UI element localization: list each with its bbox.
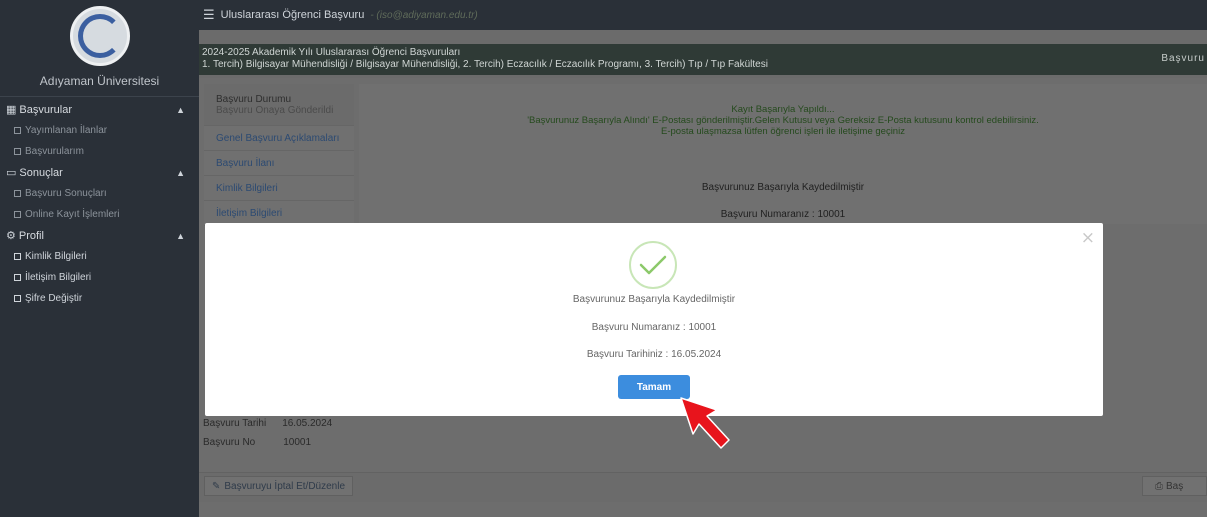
sidebar-item-label: Başvurularım: [25, 146, 84, 157]
menu-group-profil[interactable]: ⚙ Profil ▲: [0, 225, 199, 246]
square-icon: [14, 211, 21, 218]
success-line-1: Kayıt Başarıyla Yapıldı...: [731, 104, 835, 115]
application-header: 2024-2025 Akademik Yılı Uluslararası Öğr…: [199, 44, 1207, 75]
status-panel: Kayıt Başarıyla Yapıldı... 'Başvurunuz B…: [359, 84, 1207, 224]
chevron-up-icon[interactable]: ▲: [176, 231, 185, 241]
application-info: Başvuru Tarihi 16.05.2024 Başvuru No 10001: [203, 418, 332, 456]
logo-area: Adıyaman Üniversitesi: [0, 0, 199, 96]
sidebar-item-iletisim-bilgileri[interactable]: İletişim Bilgileri: [0, 267, 199, 288]
number-value: 10001: [283, 437, 312, 448]
academic-year-title: 2024-2025 Akademik Yılı Uluslararası Öğr…: [202, 47, 461, 58]
print-label: Baş: [1166, 480, 1184, 492]
sidebar: Adıyaman Üniversitesi ▦ Başvurular ▲ Yayı…: [0, 0, 199, 517]
sidebar-item-label: Kimlik Bilgileri: [25, 251, 87, 262]
grid-icon: ▦: [6, 104, 17, 116]
square-icon: [14, 274, 21, 281]
cogs-icon: ⚙: [6, 230, 16, 242]
status-subtitle: Başvuru Onaya Gönderildi: [216, 104, 334, 116]
date-value: 16.05.2024: [282, 418, 333, 429]
success-modal: × Başvurunuz Başarıyla Kaydedilmiştir Ba…: [205, 223, 1103, 416]
edit-icon: ✎: [212, 480, 221, 492]
chevron-up-icon[interactable]: ▲: [176, 168, 185, 178]
sidebar-item-label: Şifre Değiştir: [25, 293, 83, 304]
success-message: Kayıt Başarıyla Yapıldı... 'Başvurunuz B…: [359, 104, 1207, 137]
modal-message: Başvurunuz Başarıyla Kaydedilmiştir: [572, 294, 736, 305]
tab-basvuru-ilani[interactable]: Başvuru İlanı: [204, 151, 354, 176]
preferences-line: 1. Tercih) Bilgisayar Mühendisliği / Bil…: [202, 59, 768, 70]
contact-email: - (iso@adiyaman.edu.tr): [370, 9, 478, 21]
close-icon[interactable]: ×: [1081, 228, 1095, 248]
red-arrow-pointer-icon: [680, 397, 730, 449]
logo-emblem: [77, 14, 122, 58]
sidebar-item-sifre-degistir[interactable]: Şifre Değiştir: [0, 288, 199, 309]
application-number: Başvuru Numaranız : 10001: [720, 209, 846, 220]
sidebar-item-label: Online Kayıt İşlemleri: [25, 209, 120, 220]
sidebar-item-kimlik-bilgileri[interactable]: Kimlik Bilgileri: [0, 246, 199, 267]
square-icon: [14, 295, 21, 302]
menu-group-sonuclar[interactable]: ▭ Sonuçlar ▲: [0, 162, 199, 183]
cancel-edit-label: Başvuruyu İptal Et/Düzenle: [224, 480, 346, 492]
top-bar: ☰ Uluslararası Öğrenci Başvuru - (iso@ad…: [199, 0, 1207, 30]
university-logo: [69, 6, 130, 66]
status-title: Başvuru Durumu: [216, 93, 292, 105]
sidebar-item-label: Başvuru Sonuçları: [25, 188, 107, 199]
sidebar-item-yayimlanan-ilanlar[interactable]: Yayımlanan İlanlar: [0, 120, 199, 141]
printer-icon: ⎙: [1155, 480, 1163, 492]
chevron-up-icon[interactable]: ▲: [176, 105, 185, 115]
square-icon: [14, 253, 21, 260]
print-button[interactable]: ⎙ Baş: [1142, 476, 1207, 496]
sidebar-item-basvurularim[interactable]: Başvurularım: [0, 141, 199, 162]
inbox-icon: ▭: [6, 167, 17, 179]
menu-group-label: Profil: [18, 229, 44, 242]
number-label: Başvuru No: [203, 437, 256, 448]
side-tabs: Başvuru Durumu Başvuru Onaya Gönderildi …: [204, 84, 354, 226]
menu-group-label: Sonuçlar: [19, 166, 63, 179]
university-name: Adıyaman Üniversitesi: [39, 74, 160, 88]
hamburger-menu-icon[interactable]: ☰: [203, 7, 215, 23]
modal-application-date: Başvuru Tarihiniz : 16.05.2024: [586, 349, 722, 360]
saved-message: Başvurunuz Başarıyla Kaydedilmiştir: [701, 182, 865, 193]
app-title: Uluslararası Öğrenci Başvuru: [220, 9, 365, 21]
sidebar-item-basvuru-sonuclari[interactable]: Başvuru Sonuçları: [0, 183, 199, 204]
tab-basvuru-durumu[interactable]: Başvuru Durumu Başvuru Onaya Gönderildi: [204, 84, 354, 126]
success-line-3: E-posta ulaşmazsa lütfen öğrenci işleri …: [661, 126, 905, 137]
menu-group-basvurular[interactable]: ▦ Başvurular ▲: [0, 99, 199, 120]
square-icon: [14, 127, 21, 134]
header-right-label: Başvuru: [1161, 53, 1205, 64]
modal-application-number: Başvuru Numaranız : 10001: [591, 322, 717, 333]
cancel-edit-button[interactable]: ✎ Başvuruyu İptal Et/Düzenle: [204, 476, 354, 496]
square-icon: [14, 190, 21, 197]
square-icon: [14, 148, 21, 155]
success-line-2: 'Başvurunuz Başarıyla Alındı' E-Postası …: [527, 115, 1039, 126]
tab-genel-aciklamalar[interactable]: Genel Başvuru Açıklamaları: [204, 126, 354, 151]
sidebar-item-label: Yayımlanan İlanlar: [25, 125, 108, 136]
menu-group-label: Başvurular: [19, 103, 72, 116]
sidebar-item-label: İletişim Bilgileri: [25, 272, 92, 283]
tab-kimlik-bilgileri[interactable]: Kimlik Bilgileri: [204, 176, 354, 201]
success-check-icon: [629, 241, 677, 289]
sidebar-divider: [0, 96, 199, 97]
date-label: Başvuru Tarihi: [203, 418, 267, 429]
sidebar-item-online-kayit[interactable]: Online Kayıt İşlemleri: [0, 204, 199, 225]
